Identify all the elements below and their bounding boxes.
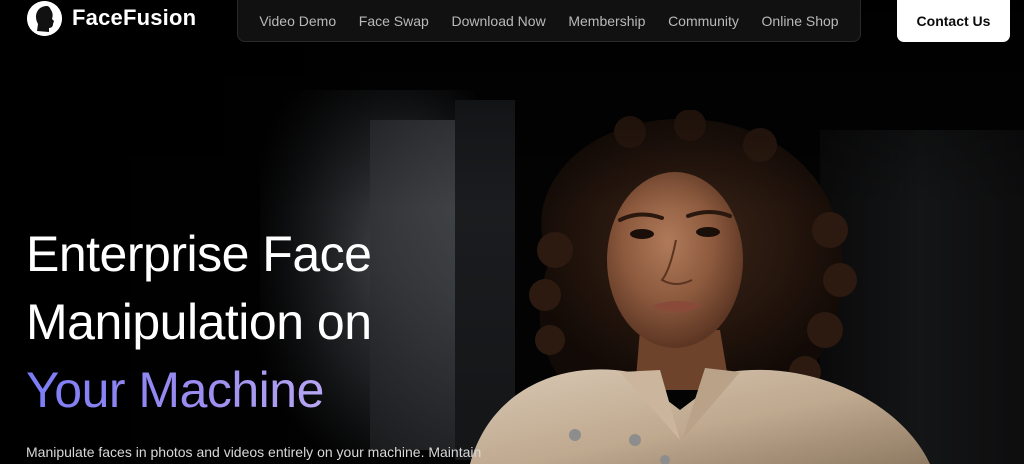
nav-item-video-demo[interactable]: Video Demo — [259, 13, 336, 29]
hero-title-line-1: Enterprise Face — [26, 226, 372, 282]
hero-title-line-2: Manipulation on — [26, 294, 372, 350]
brand-name: FaceFusion — [72, 5, 197, 30]
nav-item-membership[interactable]: Membership — [568, 13, 645, 29]
contact-us-button[interactable]: Contact Us — [897, 0, 1010, 42]
nav-item-community[interactable]: Community — [668, 13, 739, 29]
nav-item-download-now[interactable]: Download Now — [452, 13, 546, 29]
nav-item-online-shop[interactable]: Online Shop — [762, 13, 839, 29]
nav-item-face-swap[interactable]: Face Swap — [359, 13, 429, 29]
main-navigation: Video Demo Face Swap Download Now Member… — [237, 0, 861, 42]
brand-link[interactable]: FaceFusion — [27, 0, 196, 36]
landing-page: FaceFusion Video Demo Face Swap Download… — [0, 0, 1024, 464]
hero-title: Enterprise Face Manipulation on Your Mac… — [26, 220, 372, 424]
hero-title-accent: Your Machine — [26, 362, 324, 418]
site-header: FaceFusion Video Demo Face Swap Download… — [0, 0, 1024, 44]
hero-subtitle: Manipulate faces in photos and videos en… — [26, 444, 482, 460]
face-profile-logo-icon — [27, 0, 62, 36]
